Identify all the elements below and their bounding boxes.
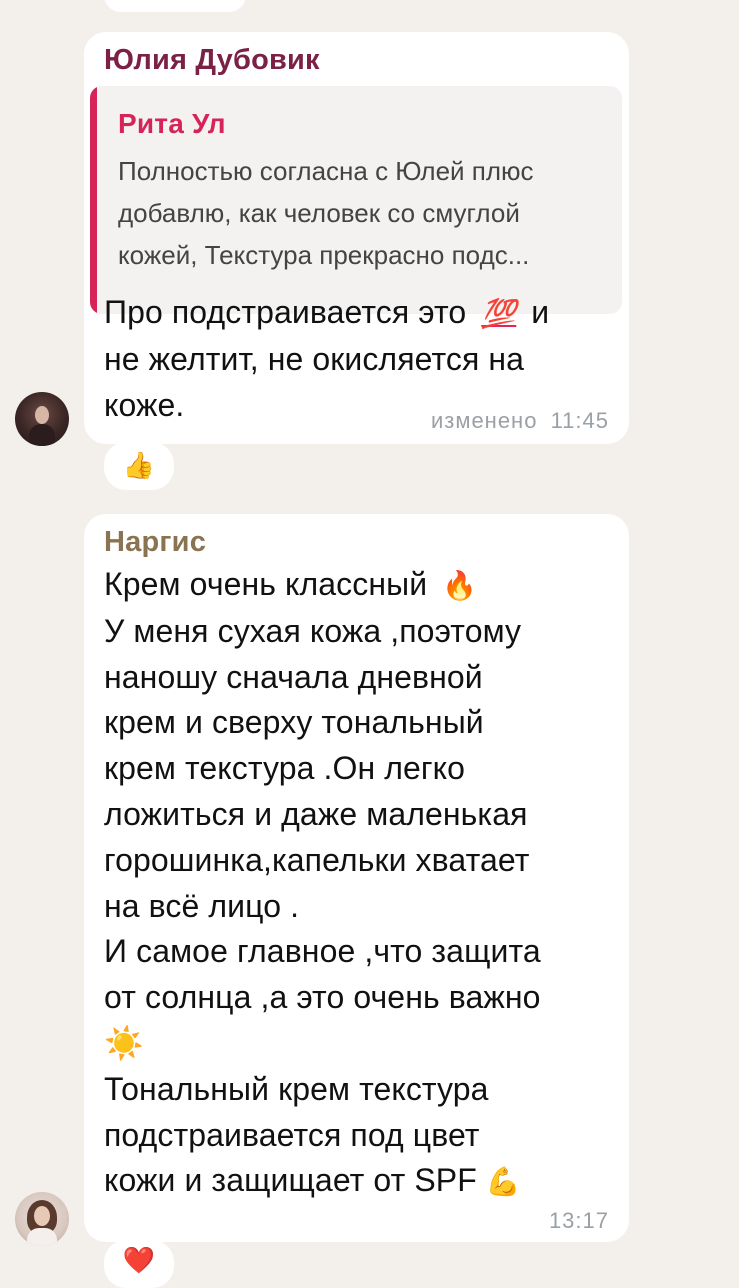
- message-text: Крем очень классный 🔥 У меня сухая кожа …: [104, 562, 541, 1205]
- thumbs-up-icon: 👍: [122, 451, 156, 481]
- sun-icon: ☀️: [104, 1023, 144, 1062]
- avatar[interactable]: [15, 392, 69, 446]
- previous-reaction-pill[interactable]: [104, 0, 246, 12]
- timestamp: 13:17: [548, 1208, 609, 1233]
- sender-name[interactable]: Наргис: [104, 526, 206, 559]
- reaction-pill[interactable]: 👍: [104, 442, 174, 490]
- message-meta: изменено 11:45: [431, 408, 609, 434]
- flexed-biceps-icon: 💪: [485, 1165, 521, 1199]
- message-bubble[interactable]: Юлия Дубовик Рита Ул Полностью согласна …: [84, 32, 629, 444]
- timestamp: 11:45: [550, 408, 609, 433]
- reply-text: Полностью согласна с Юлей плюс добавлю, …: [118, 156, 534, 270]
- hundred-points-icon: 💯: [481, 297, 517, 330]
- reply-accent-bar: [90, 86, 97, 314]
- fire-icon: 🔥: [442, 569, 478, 602]
- avatar-body: [27, 1228, 57, 1246]
- reply-quote[interactable]: Рита Ул Полностью согласна с Юлей плюс д…: [90, 86, 622, 314]
- sender-name[interactable]: Юлия Дубовик: [104, 44, 320, 77]
- heart-icon: ❤️: [122, 1246, 156, 1276]
- edited-label: изменено: [430, 408, 538, 433]
- reaction-pill[interactable]: ❤️: [104, 1240, 174, 1288]
- avatar[interactable]: [15, 1192, 69, 1246]
- avatar-body: [29, 424, 55, 446]
- reply-author: Рита Ул: [118, 108, 226, 139]
- message-bubble[interactable]: Наргис Крем очень классный 🔥 У меня суха…: [84, 514, 629, 1242]
- avatar-face: [34, 1206, 50, 1226]
- avatar-face: [35, 406, 49, 424]
